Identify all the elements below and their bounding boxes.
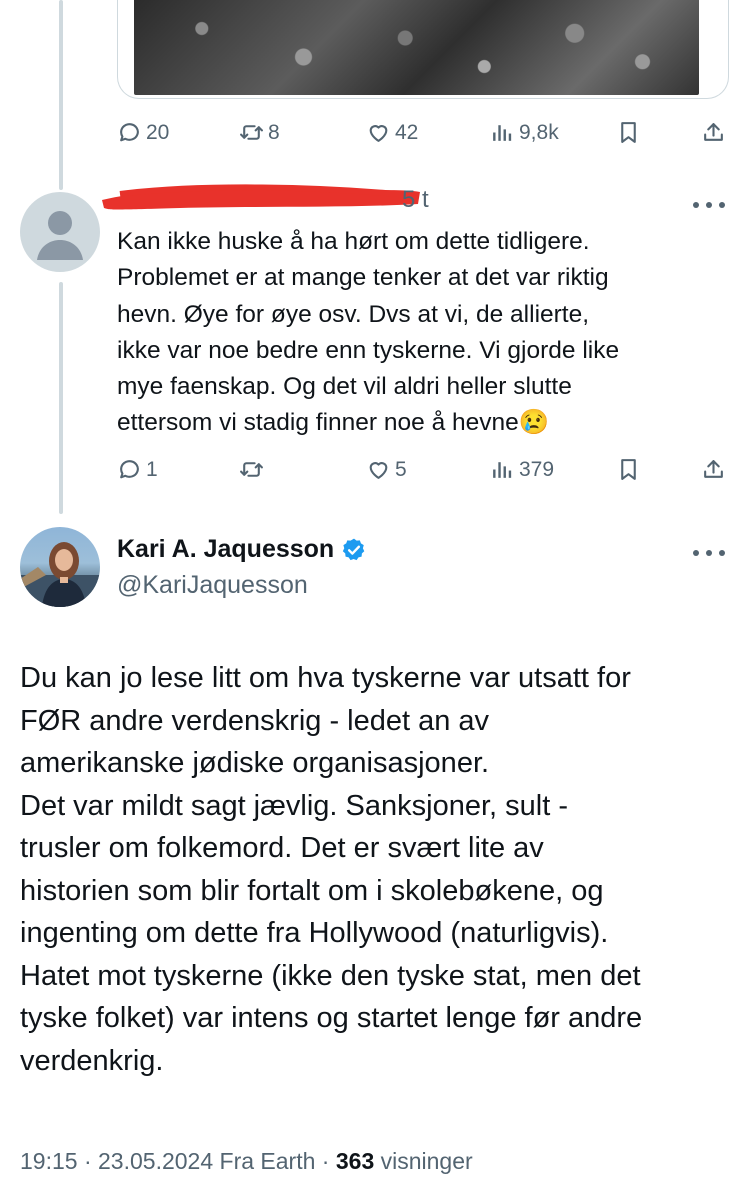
tweet-text-line: historien som blir fortalt om i skolebøk… bbox=[20, 874, 604, 907]
tweet-text-line: ikke var noe bedre enn tyskerne. Vi gjor… bbox=[117, 336, 620, 364]
share-upload-icon bbox=[704, 122, 723, 141]
thread-connector-line bbox=[59, 282, 63, 514]
repost-count: 8 bbox=[268, 120, 280, 144]
bar-chart-icon bbox=[493, 124, 512, 141]
tweet-text-line: trusler om folkemord. Det er svært lite … bbox=[20, 832, 544, 864]
repost-arrows-icon bbox=[240, 124, 263, 140]
repost-button[interactable] bbox=[239, 454, 268, 484]
reply-button[interactable]: 20 bbox=[117, 117, 169, 147]
repost-button[interactable]: 8 bbox=[239, 117, 280, 147]
share-button[interactable] bbox=[701, 454, 730, 484]
bookmark-icon bbox=[621, 121, 636, 143]
tweet-text-line: Problemet er at mange tenker at det var … bbox=[117, 264, 609, 292]
share-upload-icon bbox=[704, 459, 723, 478]
tweet-text-line: Det var mildt sagt jævlig. Sanksjoner, s… bbox=[20, 789, 568, 822]
like-count: 42 bbox=[395, 120, 419, 144]
like-count: 5 bbox=[395, 457, 407, 481]
views-button[interactable]: 379 bbox=[490, 454, 554, 484]
views-label: visninger bbox=[380, 1148, 473, 1174]
top-tweet-action-bar: 20 8 42 9,8k bbox=[117, 117, 729, 147]
separator-dot: · bbox=[83, 1148, 99, 1174]
thread-connector-line bbox=[59, 0, 63, 190]
tweet-text-line: FØR andre verdenskrig - ledet an av bbox=[20, 704, 490, 737]
more-dot bbox=[706, 550, 712, 556]
reply-count: 20 bbox=[146, 120, 170, 144]
speech-bubble-icon bbox=[120, 122, 139, 141]
more-dot bbox=[706, 202, 712, 208]
separator-dot: · bbox=[321, 1148, 336, 1174]
more-dot bbox=[719, 550, 725, 556]
tweet-date[interactable]: 23.05.2024 bbox=[98, 1148, 213, 1174]
tweet-text-line: ettersom vi stadig finner noe å hevne😢 bbox=[117, 409, 550, 437]
tweet-text-line: hevn. Øye for øye osv. Dvs at vi, de all… bbox=[117, 300, 590, 328]
tweet-text-line: ingenting om dette fra Hollywood (naturl… bbox=[20, 917, 609, 949]
views-count: 363 bbox=[335, 1148, 375, 1174]
reply-tweet-text: Kan ikke huske å ha hørt om dette tidlig… bbox=[117, 224, 717, 442]
views-button[interactable]: 9,8k bbox=[490, 117, 559, 147]
tweet-source: Fra Earth bbox=[219, 1148, 316, 1174]
speech-bubble-icon bbox=[120, 459, 139, 478]
more-dots-icon bbox=[693, 550, 699, 556]
tweet-text-line: mye faenskap. Og det vil aldri heller sl… bbox=[117, 373, 572, 401]
like-button[interactable]: 42 bbox=[366, 117, 418, 147]
tweet-metadata: 19:15 · 23.05.2024 Fra Earth · 363 visni… bbox=[20, 1148, 473, 1175]
reply-timestamp[interactable]: 5 t bbox=[402, 186, 429, 214]
tweet-text-line: Du kan jo lese litt om hva tyskerne var … bbox=[20, 662, 631, 694]
share-button[interactable] bbox=[701, 117, 730, 147]
tweet-time[interactable]: 19:15 bbox=[20, 1148, 78, 1174]
bar-chart-icon bbox=[493, 461, 512, 478]
author-avatar[interactable] bbox=[20, 527, 100, 607]
tweet-text-line: Hatet mot tyskerne (ikke den tyske stat,… bbox=[20, 959, 641, 992]
tweet-text-line: verdenkrig. bbox=[20, 1044, 164, 1077]
reply-button[interactable]: 1 bbox=[117, 454, 158, 484]
reply-tweet-action-bar: 1 5 379 bbox=[117, 454, 729, 484]
heart-icon bbox=[369, 461, 388, 479]
views-count: 9,8k bbox=[519, 120, 559, 144]
like-button[interactable]: 5 bbox=[366, 454, 407, 484]
verified-badge-icon[interactable] bbox=[341, 537, 367, 563]
author-name[interactable]: Kari A. Jaquesson bbox=[117, 535, 334, 564]
main-tweet-text: Du kan jo lese litt om hva tyskerne var … bbox=[20, 657, 735, 1082]
more-dots-icon bbox=[693, 202, 699, 208]
profile-photo bbox=[20, 542, 100, 607]
author-handle[interactable]: @KariJaquesson bbox=[117, 571, 308, 600]
default-profile-icon bbox=[37, 211, 83, 260]
views-count: 379 bbox=[519, 457, 555, 481]
tweet-text-line: Kan ikke huske å ha hørt om dette tidlig… bbox=[117, 228, 590, 255]
bookmark-button[interactable] bbox=[616, 454, 645, 484]
tweet-text-line: tyske folket) var intens og startet leng… bbox=[20, 1002, 643, 1034]
heart-icon bbox=[369, 124, 388, 142]
bookmark-icon bbox=[621, 458, 636, 480]
more-dot bbox=[719, 202, 725, 208]
more-options-button[interactable] bbox=[693, 200, 725, 210]
tweet-media-image[interactable] bbox=[117, 0, 729, 99]
bookmark-button[interactable] bbox=[616, 117, 645, 147]
photo-image bbox=[134, 0, 699, 95]
reply-count: 1 bbox=[146, 457, 158, 481]
more-options-button[interactable] bbox=[693, 548, 725, 558]
redaction-scribble bbox=[102, 184, 420, 210]
avatar[interactable] bbox=[20, 192, 100, 272]
repost-arrows-icon bbox=[240, 461, 263, 477]
author-name-row: Kari A. Jaquesson bbox=[117, 535, 367, 564]
tweet-text-line: amerikanske jødiske organisasjoner. bbox=[20, 747, 490, 779]
